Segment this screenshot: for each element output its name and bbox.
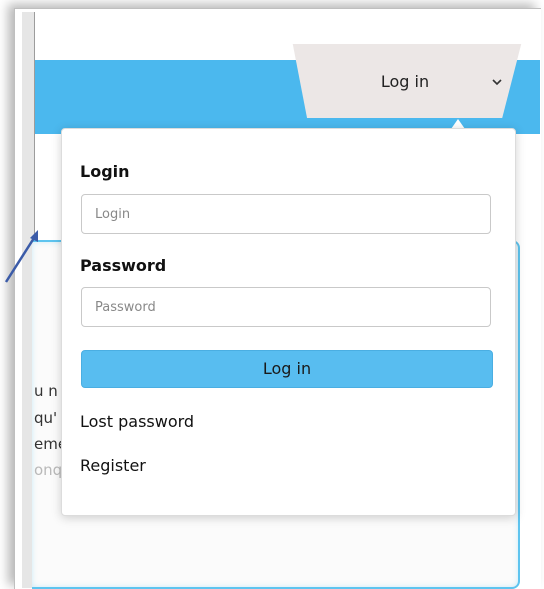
arrow-icon xyxy=(4,230,38,283)
background-text-line: eme xyxy=(34,435,64,453)
login-input[interactable] xyxy=(81,194,491,234)
chevron-down-icon[interactable] xyxy=(490,75,504,89)
login-field-label: Login xyxy=(80,162,130,181)
login-menu-tab-label[interactable]: Log in xyxy=(350,72,460,91)
login-submit-button[interactable]: Log in xyxy=(81,350,493,388)
background-text-line: qu' xyxy=(34,409,58,427)
password-field-label: Password xyxy=(80,256,167,275)
password-input[interactable] xyxy=(81,287,491,327)
lost-password-link[interactable]: Lost password xyxy=(80,412,194,431)
background-text-line: u n xyxy=(34,382,58,400)
register-link[interactable]: Register xyxy=(80,456,146,475)
background-text-line: onq xyxy=(34,461,63,479)
